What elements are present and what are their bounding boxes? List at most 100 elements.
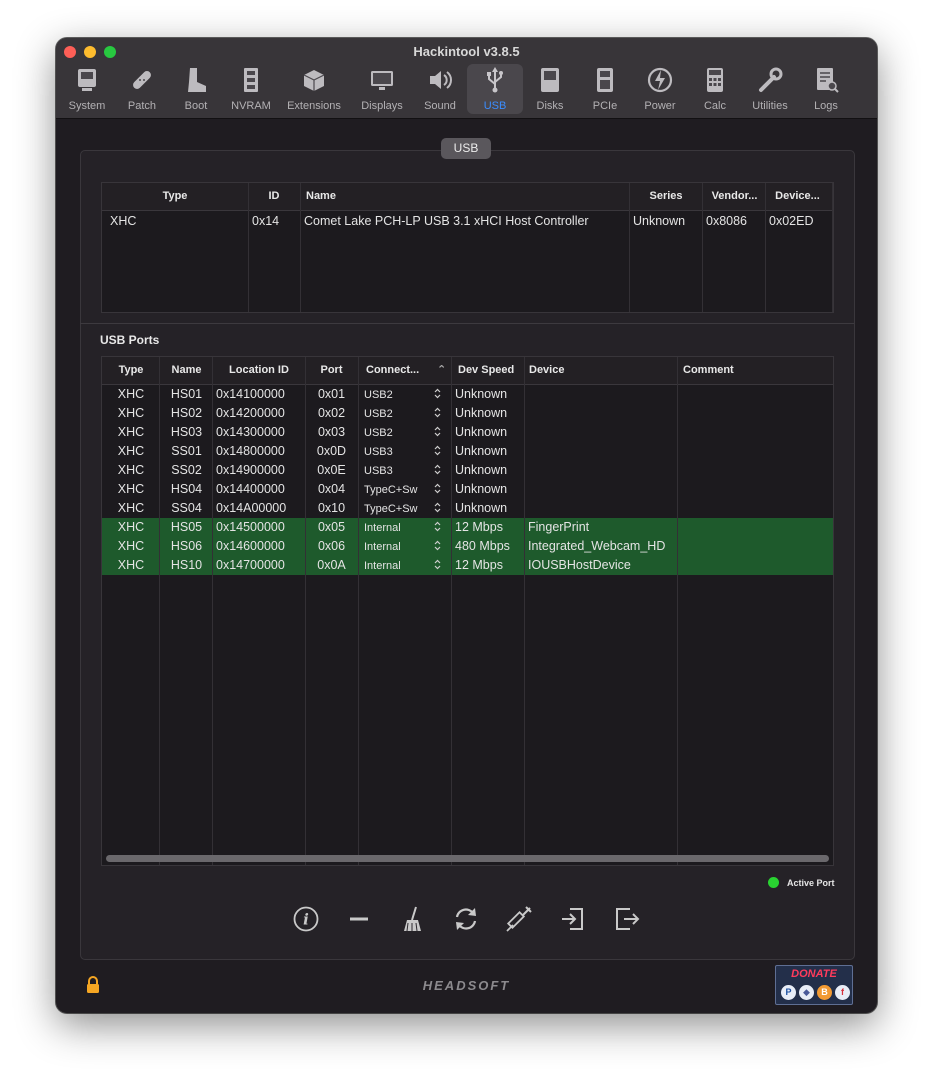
updown-chevron-icon[interactable] (434, 445, 441, 458)
info-button[interactable]: i (291, 904, 321, 934)
col-name[interactable]: Name (306, 183, 606, 210)
port-location: 0x14600000 (216, 539, 285, 553)
titlebar: Hackintool v3.8.5 System Patch Boot NVRAM Ex… (56, 38, 877, 119)
col-port[interactable]: Port (305, 357, 358, 384)
port-number: 0x0D (316, 444, 347, 458)
connector-select[interactable]: Internal (364, 560, 401, 572)
toolbar-tab-logs[interactable]: Logs (798, 64, 854, 114)
clean-button[interactable] (398, 904, 428, 934)
refresh-icon (455, 908, 477, 930)
connector-select[interactable]: Internal (364, 522, 401, 534)
port-speed: 12 Mbps (455, 558, 503, 572)
port-type: XHC (117, 387, 145, 401)
usb-ports-label: USB Ports (100, 333, 160, 347)
lock-button[interactable] (85, 976, 101, 994)
updown-chevron-icon[interactable] (434, 407, 441, 420)
col-series[interactable]: Series (630, 183, 702, 210)
toolbar-label: Extensions (287, 100, 341, 112)
port-type: XHC (117, 406, 145, 420)
port-speed: Unknown (455, 444, 508, 458)
port-location: 0x14100000 (216, 387, 285, 401)
col-dev-speed[interactable]: Dev Speed (458, 357, 522, 384)
port-type: XHC (117, 463, 145, 477)
port-device: FingerPrint (528, 520, 590, 534)
port-number: 0x05 (317, 520, 346, 534)
col-type[interactable]: Type (102, 183, 248, 210)
port-name: HS04 (170, 482, 203, 496)
col-comment[interactable]: Comment (683, 357, 823, 384)
col-port-type[interactable]: Type (102, 357, 160, 384)
connector-select[interactable]: USB2 (364, 408, 393, 420)
inject-button[interactable] (504, 904, 534, 934)
updown-chevron-icon[interactable] (434, 540, 441, 553)
port-location: 0x14500000 (216, 520, 285, 534)
port-number: 0x06 (317, 539, 346, 553)
donate-button[interactable]: DONATE P ◆ B f (775, 965, 853, 1005)
controller-name: Comet Lake PCH-LP USB 3.1 xHCI Host Cont… (304, 214, 589, 228)
port-location: 0x14900000 (216, 463, 285, 477)
updown-chevron-icon[interactable] (434, 502, 441, 515)
ports-table[interactable]: Type Name Location ID Port Connect... ⌃ … (101, 356, 834, 866)
connector-select[interactable]: USB3 (364, 465, 393, 477)
nvram-icon (244, 68, 258, 92)
controller-row[interactable]: XHC 0x14 Comet Lake PCH-LP USB 3.1 xHCI … (102, 212, 833, 231)
port-speed: 12 Mbps (455, 520, 503, 534)
refresh-button[interactable] (451, 904, 481, 934)
updown-chevron-icon[interactable] (434, 559, 441, 572)
connector-select[interactable]: USB3 (364, 446, 393, 458)
updown-chevron-icon[interactable] (434, 388, 441, 401)
port-location: 0x14200000 (216, 406, 285, 420)
connector-select[interactable]: Internal (364, 541, 401, 553)
port-number: 0x01 (317, 387, 346, 401)
sort-ascending-icon: ⌃ (437, 364, 447, 376)
col-location-id[interactable]: Location ID (213, 357, 305, 384)
port-name: HS01 (170, 387, 203, 401)
connector-select[interactable]: TypeC+Sw (364, 503, 418, 515)
remove-button[interactable] (344, 904, 374, 934)
port-type: XHC (117, 444, 145, 458)
port-name: HS10 (170, 558, 203, 572)
controller-id: 0x14 (252, 214, 280, 228)
port-type: XHC (117, 501, 145, 515)
paypal-icon: P (781, 985, 796, 1000)
app-window: Hackintool v3.8.5 System Patch Boot NVRAM Ex… (56, 38, 877, 1013)
toolbar-tab-extensions[interactable]: Extensions (286, 64, 342, 114)
col-port-name[interactable]: Name (160, 357, 213, 384)
connector-select[interactable]: TypeC+Sw (364, 484, 418, 496)
horizontal-scrollbar[interactable] (106, 855, 829, 862)
connector-select[interactable]: USB2 (364, 427, 393, 439)
updown-chevron-icon[interactable] (434, 521, 441, 534)
connector-select[interactable]: USB2 (364, 389, 393, 401)
export-button[interactable] (612, 904, 642, 934)
port-number: 0x04 (317, 482, 346, 496)
power-icon (647, 67, 673, 93)
col-device[interactable]: Device... (766, 183, 829, 210)
port-speed: Unknown (455, 463, 508, 477)
sound-icon (430, 71, 452, 89)
clean-icon (404, 906, 421, 932)
panel-tab-usb: USB (441, 138, 491, 159)
port-location: 0x14800000 (216, 444, 285, 458)
controller-table[interactable]: Type ID Name Series Vendor... Device... … (101, 182, 834, 313)
toolbar-tab-nvram[interactable]: NVRAM (223, 64, 279, 114)
col-device-name[interactable]: Device (529, 357, 669, 384)
col-connector[interactable]: Connect... (366, 357, 436, 384)
disks-icon (541, 68, 559, 92)
port-location: 0x14700000 (216, 558, 285, 572)
displays-icon (371, 71, 393, 90)
port-number: 0x02 (317, 406, 346, 420)
updown-chevron-icon[interactable] (434, 426, 441, 439)
import-button[interactable] (558, 904, 588, 934)
updown-chevron-icon[interactable] (434, 464, 441, 477)
controller-vendor: 0x8086 (706, 214, 748, 228)
controller-table-header: Type ID Name Series Vendor... Device... (102, 183, 833, 211)
port-type: XHC (117, 558, 145, 572)
port-device: IOUSBHostDevice (528, 558, 631, 572)
port-location: 0x14400000 (216, 482, 285, 496)
col-vendor[interactable]: Vendor... (703, 183, 766, 210)
bitcoin-icon: B (817, 985, 832, 1000)
port-number: 0x10 (317, 501, 346, 515)
updown-chevron-icon[interactable] (434, 483, 441, 496)
col-id[interactable]: ID (248, 183, 300, 210)
port-name: HS05 (170, 520, 203, 534)
